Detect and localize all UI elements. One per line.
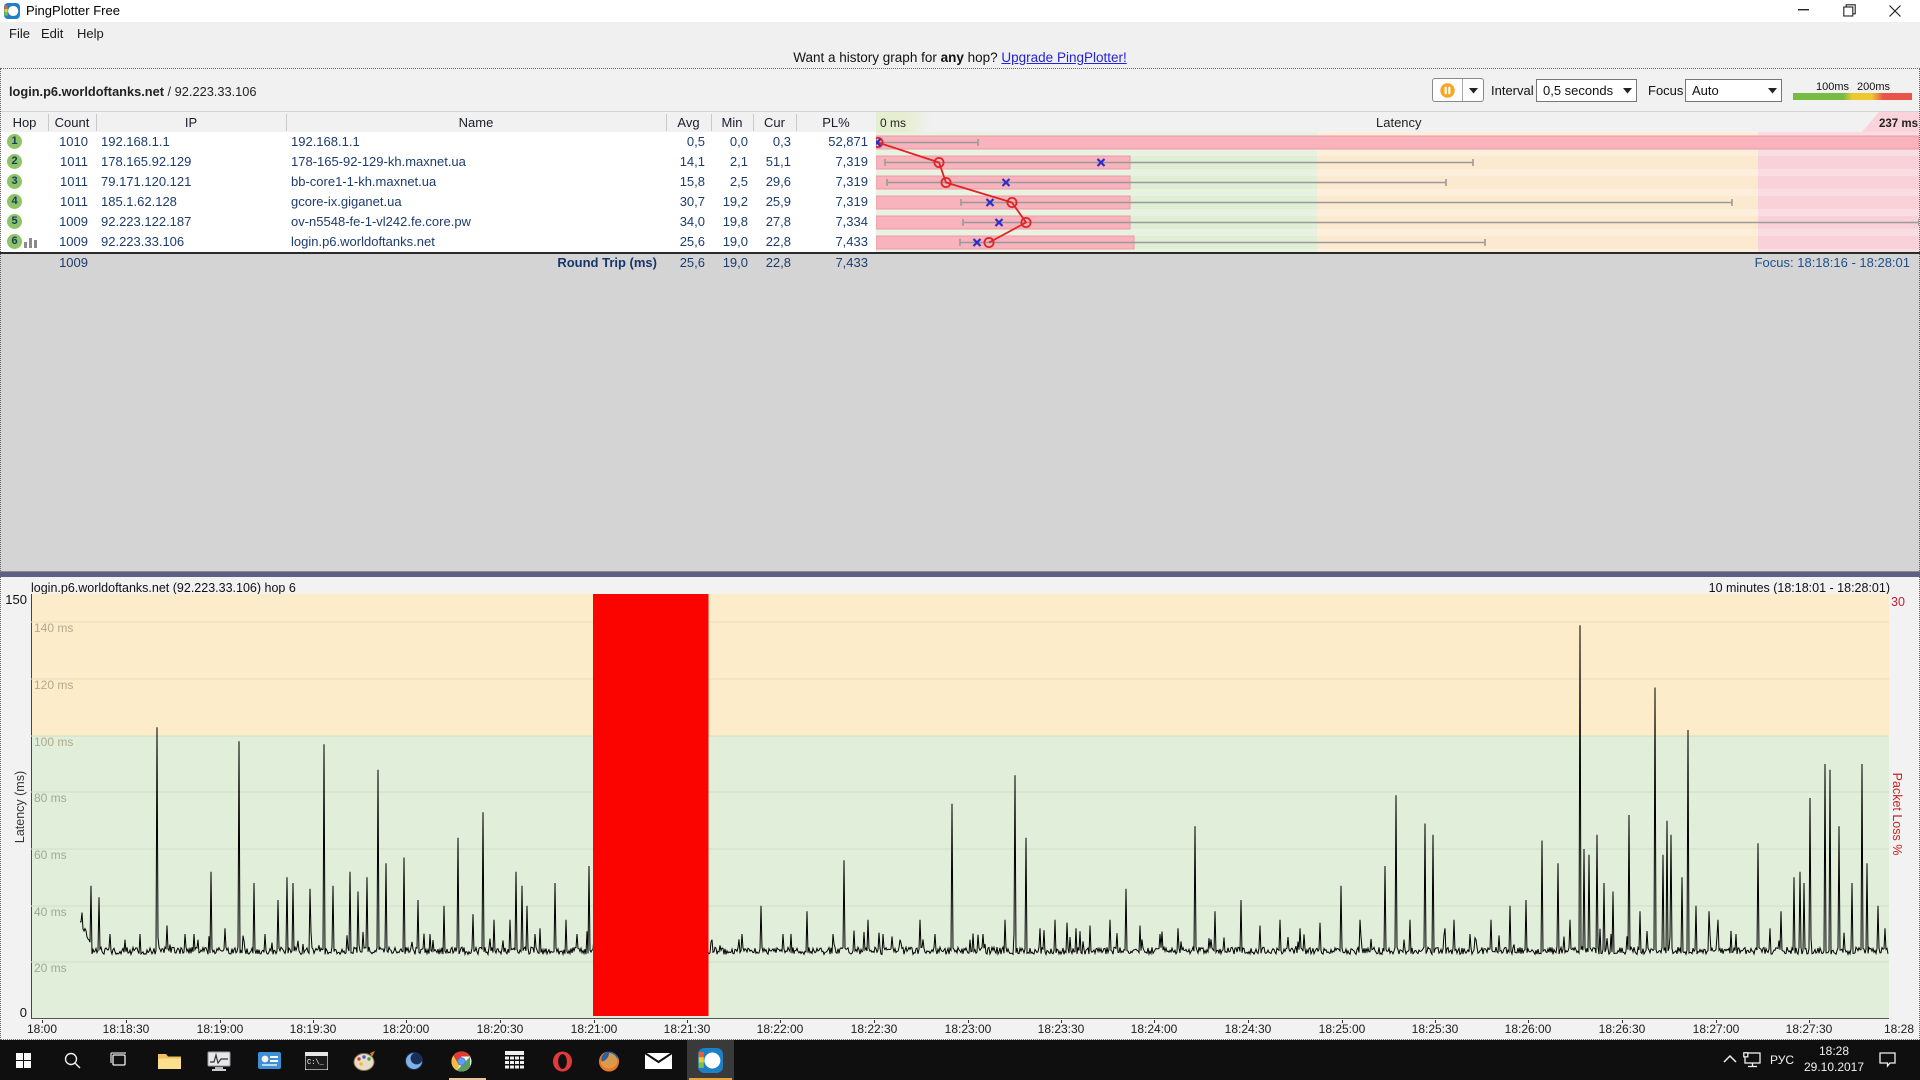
- svg-text:C:\_: C:\_: [307, 1059, 325, 1067]
